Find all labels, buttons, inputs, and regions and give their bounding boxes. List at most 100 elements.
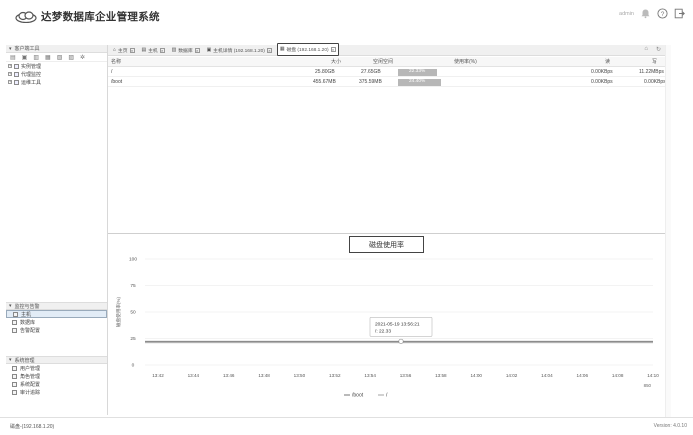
legend-label: /boot (352, 393, 364, 399)
legend-label: / (386, 393, 388, 399)
app-title: 达梦数据库企业管理系统 (41, 11, 160, 23)
usage-bar-label: 24.40% (409, 79, 426, 85)
folder-icon (14, 79, 19, 85)
nav-item-roles[interactable]: 角色管理 (6, 372, 107, 380)
nav-item-label: 主机 (21, 311, 32, 318)
username[interactable]: admin (619, 11, 634, 17)
help-icon[interactable]: ? (657, 8, 668, 19)
refresh-icon[interactable]: ↻ (656, 46, 661, 53)
header-actions: admin ? (619, 8, 685, 19)
nav-item-label: 数据库 (20, 319, 36, 326)
cell-size: 455.67MB (313, 78, 336, 85)
chevron-down-icon: ▾ (9, 45, 12, 52)
x-tick-label: 14:10 (647, 373, 659, 378)
expand-icon[interactable]: + (8, 80, 12, 84)
cell-read: 0.00KBps (591, 78, 613, 85)
col-write[interactable]: 写 (652, 58, 657, 65)
system-section-header[interactable]: ▾ 系统管理 (6, 356, 107, 364)
nav-item-audit[interactable]: 审计追踪 (6, 388, 107, 396)
sidebar-header-label: 客户端工具 (14, 46, 40, 52)
vertical-scrollbar[interactable] (665, 45, 671, 417)
panel-divider[interactable] (108, 233, 665, 234)
tab-database[interactable]: ▥ 数据库 × (170, 45, 202, 55)
close-icon[interactable]: × (159, 47, 165, 53)
disk-usage-chart: 磁盘使用率 100 75 50 25 0 磁盘使用率(%) 13:42 13:44 13:46 1… (108, 235, 665, 417)
col-name[interactable]: 名称 (111, 58, 121, 65)
close-icon[interactable]: × (266, 47, 272, 53)
new-icon[interactable]: ▤ (10, 54, 16, 61)
close-icon[interactable]: × (194, 47, 200, 53)
x-tick-label: 13:50 (294, 373, 306, 378)
sidebar-toolbar: ▤ ▣ ▥ ▦ ▧ ▨ ✲ (6, 53, 107, 62)
status-version: Version: 4.0.10 (653, 423, 687, 429)
status-bar: 磁盘-(192.168.1.20) Version: 4.0.10 (0, 417, 693, 435)
tab-host-detail[interactable]: ▣ 主机详情 (192.168.1.20) × (205, 45, 274, 55)
lock-icon[interactable]: ▥ (33, 54, 39, 61)
chart-corner-label: 850 (644, 383, 652, 388)
expand-icon[interactable]: + (8, 72, 12, 76)
x-tick-label: 13:44 (188, 373, 200, 378)
cloud-logo-icon (15, 10, 37, 23)
section-label: 监控与告警 (14, 303, 40, 310)
nav-item-alerts[interactable]: 告警配置 (6, 326, 107, 334)
tree-item-tools[interactable]: + 运维工具 (6, 78, 107, 86)
tree-item-agents[interactable]: + 代理监控 (6, 70, 107, 78)
tab-label: 磁盘 (192.168.1.20) (286, 47, 329, 53)
table-row[interactable]: /boot 455.67MB 375.59MB 24.40% 0.00KBps … (108, 77, 666, 87)
home-icon[interactable]: ⌂ (644, 46, 648, 53)
main-panel: ⌂ 主页 × ▤ 主机 × ▥ 数据库 × ▣ 主机详情 (192.168.1.20) × ▦ 磁… (108, 42, 666, 417)
edit-icon[interactable]: ▨ (68, 54, 74, 61)
tab-home[interactable]: ⌂ 主页 × (111, 45, 137, 55)
x-tick-label: 13:54 (364, 373, 376, 378)
tab-label: 主机 (148, 48, 158, 54)
table-row[interactable]: / 25.80GB 27.65GB 22.33% 0.00KBps 11.22M… (108, 67, 665, 77)
tooltip-value: /: 22.33 (375, 328, 391, 334)
monitor-section-header[interactable]: ▾ 监控与告警 (6, 302, 107, 310)
cell-read: 0.00KBps (591, 68, 613, 75)
x-tick-label: 14:02 (506, 373, 518, 378)
role-icon (12, 373, 17, 379)
close-icon[interactable]: × (129, 47, 135, 53)
usage-bar: 22.33% (398, 68, 438, 76)
tab-bar: ⌂ 主页 × ▤ 主机 × ▥ 数据库 × ▣ 主机详情 (192.168.1.20) × ▦ 磁… (108, 42, 665, 56)
sidebar-header[interactable]: ▾ 客户端工具 (6, 45, 107, 53)
cell-free: 375.59MB (359, 78, 382, 85)
nav-item-database[interactable]: 数据库 (6, 318, 107, 326)
settings-icon[interactable]: ✲ (80, 54, 85, 61)
disk-table: 名称 大小 空闲空间 使用率(%) 读 写 / 25.80GB 27.65GB … (108, 57, 666, 87)
user-icon[interactable]: ▦ (45, 54, 51, 61)
open-icon[interactable]: ▣ (22, 54, 28, 61)
col-size[interactable]: 大小 (331, 58, 341, 65)
audit-icon (12, 389, 17, 395)
copy-icon[interactable]: ▧ (57, 54, 63, 61)
bell-icon[interactable] (640, 8, 651, 19)
cell-write: 0.00KBps (644, 78, 666, 85)
col-free[interactable]: 空闲空间 (373, 58, 393, 65)
tree-item-instances[interactable]: + 实例管理 (6, 62, 107, 70)
home-icon: ⌂ (113, 47, 116, 53)
x-tick-label: 14:00 (470, 373, 482, 378)
folder-icon (14, 71, 19, 77)
y-tick-label: 100 (129, 257, 137, 263)
tree-item-label: 实例管理 (21, 63, 42, 70)
tab-label: 主机详情 (192.168.1.20) (213, 48, 265, 54)
expand-icon[interactable]: + (8, 64, 12, 68)
col-read[interactable]: 读 (605, 58, 610, 65)
host-icon (13, 311, 18, 317)
y-tick-label: 75 (130, 283, 136, 289)
tab-disk[interactable]: ▦ 磁盘 (192.168.1.20) × (276, 42, 339, 56)
nav-item-host[interactable]: 主机 (6, 310, 107, 318)
logout-icon[interactable] (674, 8, 685, 19)
nav-item-users[interactable]: 用户管理 (6, 364, 107, 372)
col-usage[interactable]: 使用率(%) (454, 58, 477, 65)
nav-item-config[interactable]: 系统配置 (6, 380, 107, 388)
svg-text:?: ? (661, 11, 665, 18)
tab-host[interactable]: ▤ 主机 × (140, 45, 167, 55)
tree-item-label: 运维工具 (21, 79, 42, 86)
close-icon[interactable]: × (330, 46, 336, 52)
alert-icon (12, 327, 17, 333)
database-icon: ▥ (171, 47, 177, 53)
host-icon: ▤ (141, 47, 147, 53)
disk-icon: ▦ (279, 46, 285, 52)
folder-icon (14, 63, 19, 69)
